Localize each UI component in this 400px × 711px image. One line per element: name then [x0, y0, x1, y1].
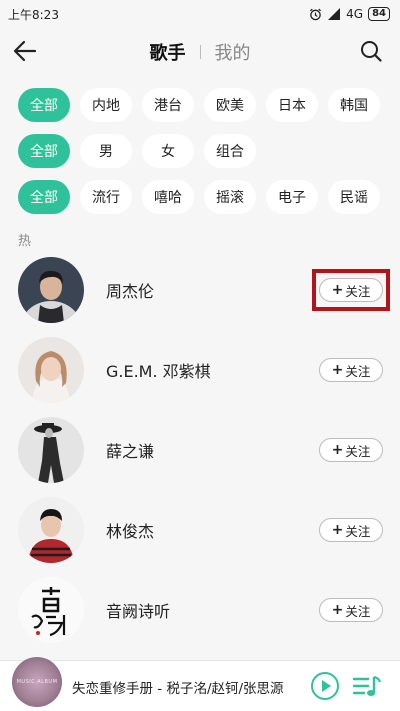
artist-name: 周杰伦 — [106, 282, 155, 301]
artist-name: 音阙诗听 — [106, 602, 171, 621]
battery-icon: 84 — [368, 7, 390, 21]
plus-icon: + — [331, 602, 344, 618]
filter-panel: 全部 内地 港台 欧美 日本 韩国 全部 男 女 组合 全部 流行 嘻哈 摇滚 … — [0, 76, 400, 214]
back-button[interactable] — [10, 36, 40, 66]
avatar — [18, 497, 84, 563]
chip-genre-electronic[interactable]: 电子 — [266, 180, 318, 214]
artist-name: 林俊杰 — [106, 522, 155, 541]
chip-region-western[interactable]: 欧美 — [204, 88, 256, 122]
track-title: 失恋重修手册 - 税子洺/赵钶/张思源 — [72, 681, 284, 697]
status-bar: 上午8:23 4G 84 — [0, 0, 400, 28]
artist-row[interactable]: 周杰伦 + 关注 — [0, 250, 400, 330]
follow-label: 关注 — [345, 523, 371, 539]
plus-icon: + — [331, 362, 344, 378]
status-time: 上午8:23 — [8, 7, 59, 22]
plus-icon: + — [331, 522, 344, 538]
chip-gender-all[interactable]: 全部 — [18, 134, 70, 168]
network-type: 4G — [346, 7, 364, 21]
arrow-left-icon — [13, 40, 37, 62]
gender-filter-row: 全部 男 女 组合 — [18, 134, 400, 168]
follow-button[interactable]: + 关注 — [319, 598, 383, 622]
chip-gender-group[interactable]: 组合 — [204, 134, 256, 168]
playlist-icon[interactable] — [350, 671, 382, 701]
play-icon[interactable] — [310, 671, 340, 701]
chip-gender-male[interactable]: 男 — [80, 134, 132, 168]
tab-mine[interactable]: 我的 — [215, 39, 251, 65]
plus-icon: + — [331, 282, 344, 298]
alarm-icon — [310, 8, 322, 20]
chip-genre-hiphop[interactable]: 嘻哈 — [142, 180, 194, 214]
avatar — [18, 337, 84, 403]
follow-label: 关注 — [345, 443, 371, 459]
avatar — [18, 417, 84, 483]
follow-button[interactable]: + 关注 — [319, 438, 383, 462]
artist-row[interactable]: 薛之谦 + 关注 — [0, 410, 400, 490]
tab-singers[interactable]: 歌手 — [150, 39, 186, 65]
artist-list: 周杰伦 + 关注 G.E.M. 邓紫棋 + 关注 薛之谦 + 关注 林俊杰 + 关注 音… — [0, 250, 400, 650]
chip-region-hk-tw[interactable]: 港台 — [142, 88, 194, 122]
mini-player[interactable]: MUSIC ALBUM 失恋重修手册 - 税子洺/赵钶/张思源 — [0, 657, 400, 711]
chip-genre-all[interactable]: 全部 — [18, 180, 70, 214]
tab-bar: 歌手 我的 — [150, 39, 251, 65]
chip-region-all[interactable]: 全部 — [18, 88, 70, 122]
chip-region-korea[interactable]: 韩国 — [328, 88, 380, 122]
artist-row[interactable]: 林俊杰 + 关注 — [0, 490, 400, 570]
avatar — [18, 577, 84, 643]
tab-divider — [199, 45, 201, 59]
genre-filter-row: 全部 流行 嘻哈 摇滚 电子 民谣 — [18, 180, 400, 214]
artist-name: G.E.M. 邓紫棋 — [106, 362, 211, 381]
region-filter-row: 全部 内地 港台 欧美 日本 韩国 — [18, 88, 400, 122]
chip-region-mainland[interactable]: 内地 — [80, 88, 132, 122]
follow-label: 关注 — [345, 283, 371, 299]
follow-label: 关注 — [345, 363, 371, 379]
search-button[interactable] — [356, 36, 386, 66]
signal-icon — [328, 8, 341, 20]
artist-row[interactable]: 音阙诗听 + 关注 — [0, 570, 400, 650]
chip-genre-rock[interactable]: 摇滚 — [204, 180, 256, 214]
chip-genre-pop[interactable]: 流行 — [80, 180, 132, 214]
status-indicators: 4G 84 — [309, 7, 390, 21]
avatar — [18, 257, 84, 323]
chip-genre-folk[interactable]: 民谣 — [328, 180, 380, 214]
search-icon — [361, 41, 382, 62]
artist-row[interactable]: G.E.M. 邓紫棋 + 关注 — [0, 330, 400, 410]
follow-button[interactable]: + 关注 — [319, 278, 383, 302]
follow-button[interactable]: + 关注 — [319, 518, 383, 542]
chip-gender-female[interactable]: 女 — [142, 134, 194, 168]
album-cover[interactable]: MUSIC ALBUM — [12, 657, 62, 707]
follow-button[interactable]: + 关注 — [319, 358, 383, 382]
chip-region-japan[interactable]: 日本 — [266, 88, 318, 122]
section-label-hot: 热 — [18, 234, 32, 249]
follow-label: 关注 — [345, 603, 371, 619]
plus-icon: + — [331, 442, 344, 458]
header: 歌手 我的 — [0, 28, 400, 76]
album-cover-text: MUSIC ALBUM — [16, 679, 58, 685]
artist-name: 薛之谦 — [106, 442, 155, 461]
